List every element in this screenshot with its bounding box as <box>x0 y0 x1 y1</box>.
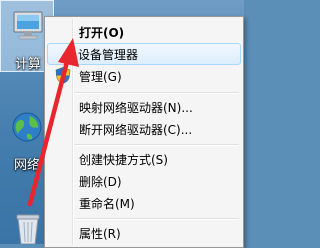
network-globe-icon <box>12 112 42 142</box>
menu-item-label: 属性(R) <box>79 227 121 241</box>
context-menu: 打开(O) 设备管理器 管理(G) 映射网络驱动器(N)... 断开网络驱动器(… <box>44 16 244 248</box>
menu-item-device-manager[interactable]: 设备管理器 <box>47 43 241 65</box>
menu-item-delete[interactable]: 删除(D) <box>47 170 241 192</box>
menu-separator <box>75 92 239 94</box>
menu-item-map-network-drive[interactable]: 映射网络驱动器(N)... <box>47 96 241 118</box>
menu-item-label: 重命名(M) <box>79 197 135 211</box>
menu-item-label: 设备管理器 <box>78 48 139 62</box>
menu-separator <box>75 144 239 146</box>
shield-icon <box>55 67 71 84</box>
menu-item-label: 映射网络驱动器(N)... <box>79 101 193 115</box>
computer-icon <box>13 11 43 40</box>
menu-item-create-shortcut[interactable]: 创建快捷方式(S) <box>47 148 241 170</box>
menu-item-label: 创建快捷方式(S) <box>79 153 168 167</box>
recycle-bin-icon <box>16 214 40 244</box>
menu-item-label: 打开(O) <box>79 26 125 40</box>
menu-item-properties[interactable]: 属性(R) <box>47 222 241 244</box>
menu-item-label: 断开网络驱动器(C)... <box>79 123 193 137</box>
menu-item-label: 删除(D) <box>79 175 122 189</box>
menu-item-disconnect-network-drive[interactable]: 断开网络驱动器(C)... <box>47 118 241 140</box>
menu-item-manage[interactable]: 管理(G) <box>47 65 241 87</box>
menu-item-label: 管理(G) <box>79 70 122 84</box>
menu-separator <box>75 218 239 220</box>
menu-item-rename[interactable]: 重命名(M) <box>47 192 241 214</box>
menu-item-open[interactable]: 打开(O) <box>47 21 241 43</box>
